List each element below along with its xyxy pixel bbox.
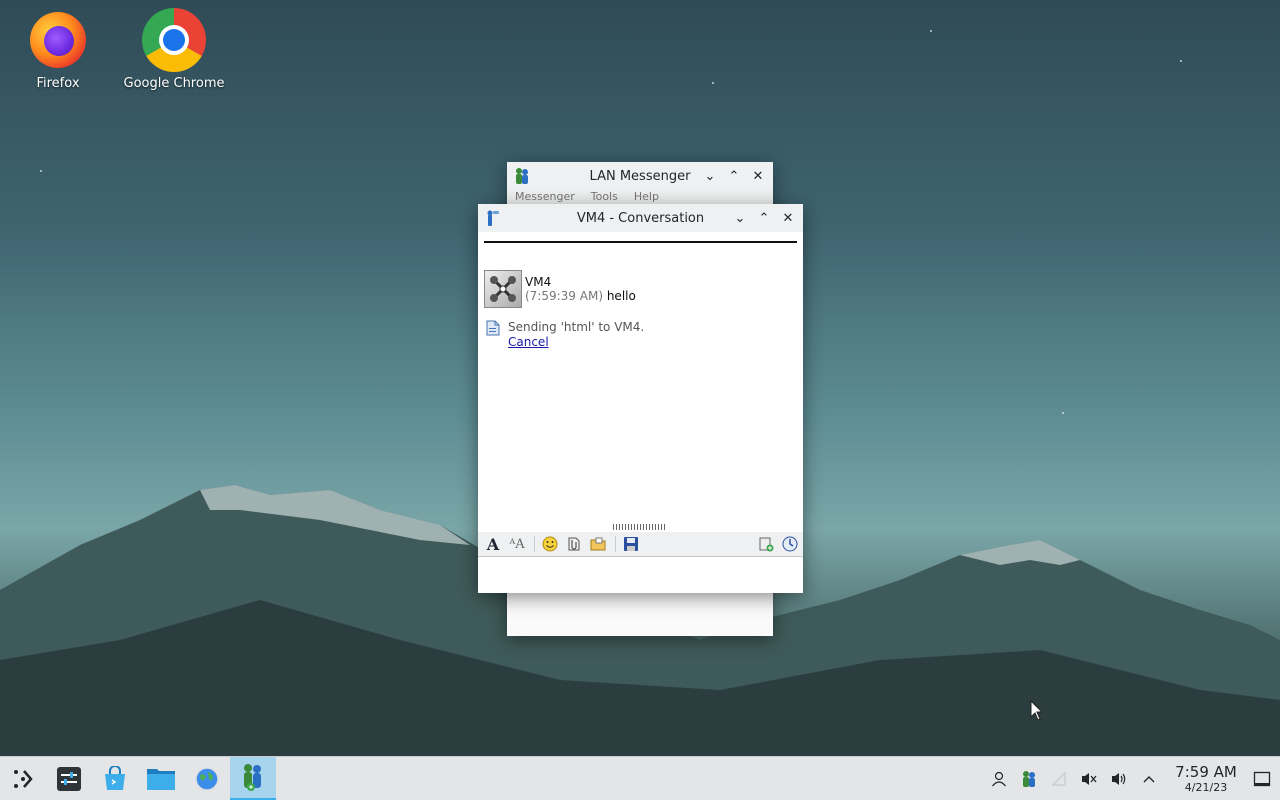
window-bottom-panel (507, 592, 773, 636)
conversation-icon (484, 209, 502, 227)
mouse-cursor-icon (1030, 700, 1044, 721)
emoticon-button[interactable] (539, 533, 561, 555)
save-button[interactable] (620, 533, 642, 555)
clock-time: 7:59 AM (1175, 763, 1237, 781)
maximize-button[interactable]: ⌃ (725, 167, 743, 185)
history-button[interactable] (779, 533, 801, 555)
globe-icon (195, 766, 219, 791)
star (712, 82, 714, 84)
history-icon (782, 536, 798, 552)
message-sender: VM4 (525, 275, 552, 289)
font-color-icon: ᴬA (509, 536, 525, 552)
splitter-handle[interactable] (613, 524, 667, 530)
titlebar[interactable]: VM4 - Conversation ⌄ ⌃ ✕ (478, 204, 803, 232)
digital-clock[interactable]: 7:59 AM 4/21/23 (1168, 763, 1244, 794)
system-tray: 7:59 AM 4/21/23 (984, 757, 1280, 800)
chrome-icon (142, 8, 206, 72)
conversation-history[interactable]: VM4 (7:59:39 AM) hello Sending 'html' to… (478, 232, 803, 524)
message-text: hello (606, 289, 636, 303)
muted-speaker-icon[interactable] (1074, 757, 1104, 800)
attachment-icon (568, 537, 580, 551)
lan-messenger-tray-icon[interactable] (1014, 757, 1044, 800)
file-transfer-icon (486, 320, 500, 336)
cancel-transfer-link[interactable]: Cancel (508, 335, 549, 349)
chevron-down-icon: ⌄ (704, 168, 716, 184)
chevron-up-icon: ⌃ (728, 168, 740, 184)
send-folder-button[interactable] (587, 533, 609, 555)
desktop-icon-chrome[interactable]: Google Chrome (119, 8, 229, 91)
taskbar-discover[interactable] (92, 757, 138, 800)
save-icon (624, 537, 638, 551)
chevron-down-icon: ⌄ (734, 210, 746, 226)
file-transfer-status: Sending 'html' to VM4. (508, 320, 645, 334)
close-icon: ✕ (782, 210, 794, 226)
toolbar-separator (534, 536, 535, 552)
conversation-window[interactable]: VM4 - Conversation ⌄ ⌃ ✕ VM4 (7:59:39 AM… (478, 204, 803, 593)
taskbar-browser[interactable] (184, 757, 230, 800)
desktop-icon-firefox[interactable]: Firefox (3, 10, 113, 91)
titlebar[interactable]: LAN Messenger ⌄ ⌃ ✕ (507, 162, 773, 190)
taskbar-lan-messenger[interactable] (230, 756, 276, 800)
toolbar-separator (615, 536, 616, 552)
font-button[interactable]: A (482, 533, 504, 555)
folder-icon (590, 537, 606, 551)
network-icon[interactable] (1044, 757, 1074, 800)
taskbar-file-manager[interactable] (138, 757, 184, 800)
firefox-icon (28, 10, 88, 70)
avatar (484, 270, 522, 308)
message-toolbar: A ᴬA (478, 532, 803, 556)
close-button[interactable]: ✕ (749, 167, 767, 185)
minimize-button[interactable]: ⌄ (701, 167, 719, 185)
divider (484, 241, 797, 243)
network-icon (490, 276, 516, 302)
lan-messenger-icon (513, 167, 531, 185)
font-icon: A (486, 534, 500, 554)
star (1180, 60, 1182, 62)
close-button[interactable]: ✕ (779, 209, 797, 227)
maximize-button[interactable]: ⌃ (755, 209, 773, 227)
add-contact-icon (759, 537, 774, 552)
launcher-icon (14, 769, 33, 788)
settings-icon (57, 766, 81, 791)
star (40, 170, 42, 172)
broadcast-button[interactable] (755, 533, 777, 555)
minimize-button[interactable]: ⌄ (731, 209, 749, 227)
close-icon: ✕ (752, 168, 764, 184)
folder-icon (147, 768, 175, 790)
chevron-up-icon[interactable] (1134, 757, 1164, 800)
star (1062, 412, 1064, 414)
volume-icon[interactable] (1104, 757, 1134, 800)
desktop-icon-label: Firefox (36, 76, 80, 91)
message-input[interactable] (478, 556, 803, 593)
clock-date: 4/21/23 (1184, 781, 1228, 794)
message-time: (7:59:39 AM) (525, 289, 603, 303)
show-desktop-icon (1253, 771, 1271, 786)
message-line: (7:59:39 AM) hello (525, 289, 636, 303)
show-desktop-button[interactable] (1244, 757, 1280, 800)
send-file-button[interactable] (563, 533, 585, 555)
application-launcher[interactable] (0, 757, 46, 800)
taskbar: 7:59 AM 4/21/23 (0, 756, 1280, 800)
font-color-button[interactable]: ᴬA (506, 533, 528, 555)
smiley-icon (542, 536, 558, 552)
chevron-up-icon: ⌃ (758, 210, 770, 226)
desktop-icon-label: Google Chrome (123, 76, 225, 91)
user-icon[interactable] (984, 757, 1014, 800)
star (930, 30, 932, 32)
taskbar-system-settings[interactable] (46, 757, 92, 800)
lan-messenger-icon (244, 764, 261, 791)
store-bag-icon (105, 765, 125, 790)
